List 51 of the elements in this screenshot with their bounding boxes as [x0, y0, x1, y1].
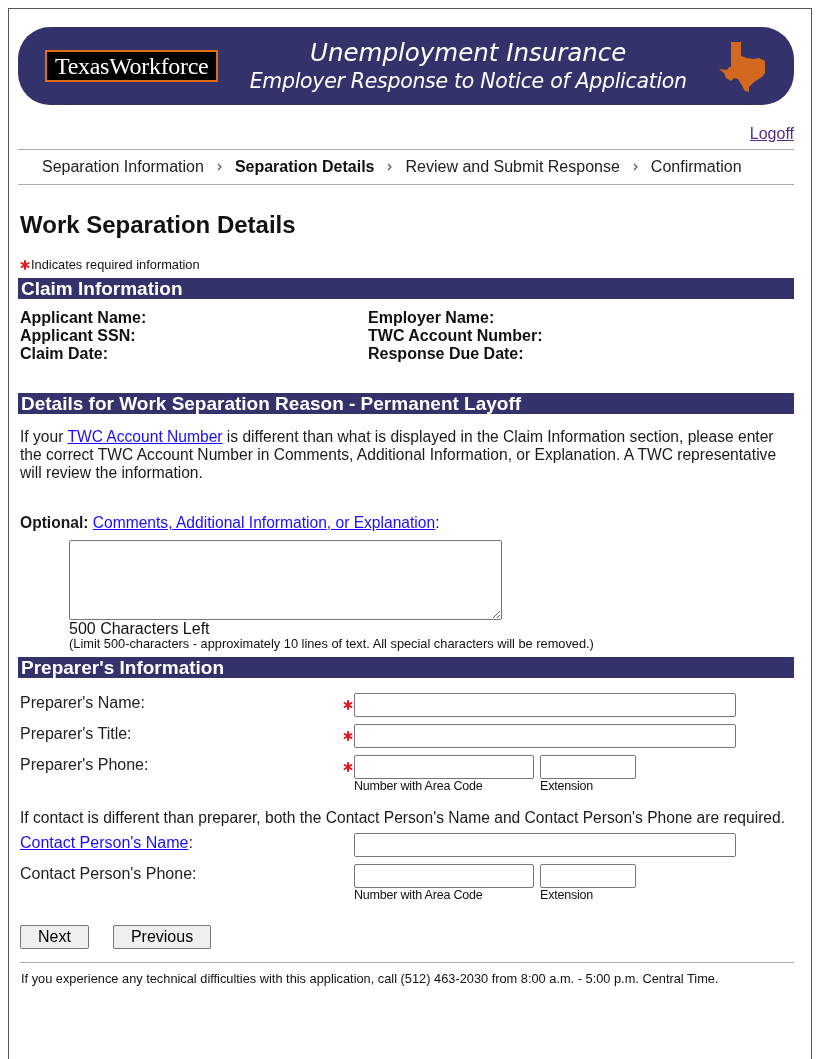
- extension-field[interactable]: [540, 864, 636, 888]
- next-button[interactable]: Next: [20, 925, 89, 949]
- help-link[interactable]: TWC Account Number: [67, 428, 223, 445]
- field-hint: Number with Area Code: [354, 888, 484, 902]
- section-header: Claim Information: [18, 278, 794, 299]
- step-label: Review and Submit Response: [405, 158, 620, 176]
- field-label: Contact Person's Phone:: [19, 864, 198, 884]
- field-label: Contact Person's Name:: [19, 833, 194, 853]
- field-hint: Extension: [540, 888, 595, 902]
- section-header: Preparer's Information: [18, 657, 794, 678]
- claim-label: Applicant Name:: [20, 309, 148, 327]
- field-label: Preparer's Phone:: [19, 755, 150, 775]
- section-header: Details for Work Separation Reason - Permanent Layoff: [18, 393, 794, 414]
- chevron-icon: [387, 163, 393, 171]
- comments-field[interactable]: [69, 540, 502, 620]
- claim-label: TWC Account Number:: [368, 327, 544, 345]
- required-icon: [20, 259, 30, 270]
- optional-label: Optional: Comments, Additional Information, or Explanation:: [19, 514, 441, 532]
- field-label: Preparer's Name:: [19, 693, 146, 713]
- info-paragraph: If your TWC Account Number is different than what is displayed in the Claim Information section, please enter the correct TWC Account Number in Comments, Additional Information, or Explanation. A TWC representative will review the information.: [19, 428, 778, 482]
- logo: TexasWorkforce: [45, 50, 219, 82]
- field-hint: Number with Area Code: [354, 779, 484, 793]
- help-link[interactable]: Comments, Additional Information, or Explanation: [92, 514, 436, 531]
- step-label: Separation Information: [42, 158, 204, 176]
- logoff-link[interactable]: Logoff: [749, 125, 794, 142]
- claim-label: Response Due Date:: [368, 345, 525, 363]
- field-label: Preparer's Title:: [19, 724, 133, 744]
- help-link[interactable]: Contact Person's Name: [20, 834, 189, 851]
- chevron-icon: [216, 163, 222, 171]
- step-label: Separation Details: [234, 158, 375, 176]
- step-label: Confirmation: [650, 158, 742, 176]
- claim-label: Claim Date:: [20, 345, 110, 363]
- phone-field[interactable]: [354, 755, 534, 779]
- text-field[interactable]: [354, 693, 736, 717]
- text-field[interactable]: [354, 724, 736, 748]
- chevron-icon: [632, 163, 638, 171]
- claim-label: Applicant SSN:: [20, 327, 137, 345]
- required-note: Indicates required information: [31, 257, 200, 272]
- claim-label: Employer Name:: [368, 309, 496, 327]
- character-counter: 500 Characters Left: [69, 620, 211, 637]
- phone-field[interactable]: [354, 864, 534, 888]
- extension-field[interactable]: [540, 755, 636, 779]
- contact-note: If contact is different than preparer, both the Contact Person's Name and Contact Person's Phone are required.: [19, 809, 786, 827]
- banner-subtitle: Employer Response to Notice of Application: [249, 68, 687, 94]
- banner-title: Unemployment Insurance: [310, 38, 627, 68]
- text-field[interactable]: [354, 833, 736, 857]
- field-hint: Extension: [540, 779, 595, 793]
- limit-note: (Limit 500-characters - approximately 10 lines of text. All special characters will be removed.): [69, 637, 595, 651]
- previous-button[interactable]: Previous: [112, 925, 212, 949]
- footer-text: If you experience any technical difficulties with this application, call (512) 463-2030 from 8:00 a.m. - 5:00 p.m. Central Time.: [21, 971, 720, 986]
- page-title: Work Separation Details: [20, 212, 297, 238]
